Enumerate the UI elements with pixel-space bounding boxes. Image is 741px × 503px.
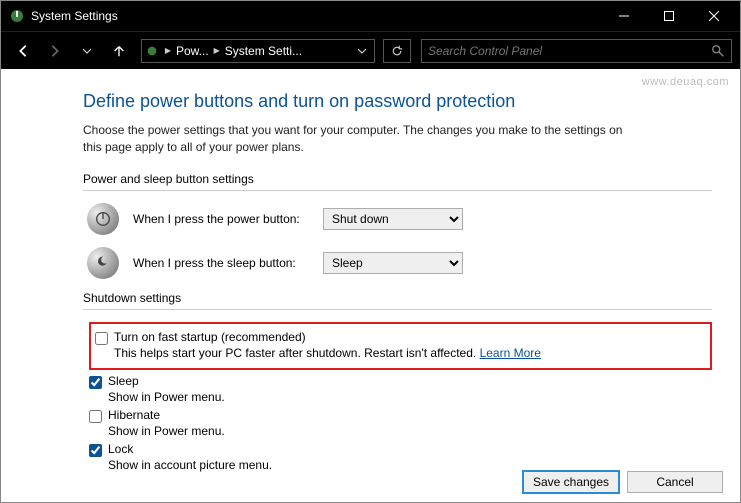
sleep-option-desc: Show in Power menu. [108,390,712,404]
breadcrumb-part-2[interactable]: System Setti... [223,44,304,58]
sleep-icon [87,247,119,279]
section-power-sleep-label: Power and sleep button settings [83,172,712,186]
sleep-option-label: Sleep [108,374,139,388]
hibernate-option-label: Hibernate [108,408,160,422]
lock-option-label: Lock [108,442,133,456]
address-history-button[interactable] [350,47,374,55]
window-titlebar: System Settings [1,1,740,31]
search-box[interactable] [421,39,732,63]
page-intro: Choose the power settings that you want … [83,122,643,156]
sleep-checkbox[interactable] [89,376,102,389]
hibernate-option-desc: Show in Power menu. [108,424,712,438]
back-button[interactable] [9,37,37,65]
section-shutdown-label: Shutdown settings [83,291,712,305]
minimize-button[interactable] [601,1,646,31]
divider [83,190,712,191]
power-button-label: When I press the power button: [133,212,323,226]
address-bar[interactable]: ▶ Pow... ▶ System Setti... [141,39,375,63]
forward-button[interactable] [41,37,69,65]
fast-startup-highlight: Turn on fast startup (recommended) This … [89,322,712,370]
footer-buttons: Save changes Cancel [523,471,723,493]
fast-startup-desc: This helps start your PC faster after sh… [114,346,702,360]
search-icon [711,44,725,58]
learn-more-link[interactable]: Learn More [480,346,541,360]
hibernate-checkbox[interactable] [89,410,102,423]
cancel-button[interactable]: Cancel [627,471,723,493]
divider [83,309,712,310]
app-icon [9,8,25,24]
breadcrumb-part-1[interactable]: Pow... [174,44,211,58]
page-heading: Define power buttons and turn on passwor… [83,91,712,112]
fast-startup-label: Turn on fast startup (recommended) [114,330,306,344]
sleep-button-select[interactable]: Sleep [323,252,463,274]
save-changes-button[interactable]: Save changes [523,471,619,493]
close-button[interactable] [691,1,736,31]
search-input[interactable] [428,44,705,58]
lock-option-desc: Show in account picture menu. [108,458,712,472]
lock-checkbox[interactable] [89,444,102,457]
power-button-row: When I press the power button: Shut down [83,203,712,235]
navigation-bar: ▶ Pow... ▶ System Setti... [1,31,740,69]
recent-locations-button[interactable] [73,37,101,65]
sleep-button-row: When I press the sleep button: Sleep [83,247,712,279]
maximize-button[interactable] [646,1,691,31]
watermark: www.deuaq.com [642,76,729,88]
refresh-button[interactable] [383,39,411,63]
power-button-select[interactable]: Shut down [323,208,463,230]
chevron-right-icon: ▶ [162,46,174,55]
sleep-button-label: When I press the sleep button: [133,256,323,270]
window-title: System Settings [31,9,601,23]
location-icon [142,44,162,58]
fast-startup-checkbox[interactable] [95,332,108,345]
up-button[interactable] [105,37,133,65]
chevron-right-icon: ▶ [211,46,223,55]
page-content: Define power buttons and turn on passwor… [1,69,740,472]
power-icon [87,203,119,235]
